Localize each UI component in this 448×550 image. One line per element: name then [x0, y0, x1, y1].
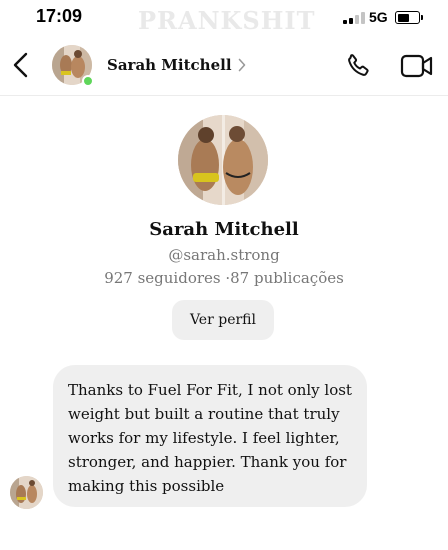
profile-name: Sarah Mitchell: [149, 219, 299, 240]
back-button[interactable]: [8, 50, 36, 80]
online-status-dot: [82, 75, 94, 87]
message-text: Thanks to Fuel For Fit, I not only lost …: [68, 381, 352, 495]
status-bar: 17:09 PRANKSHIT 5G: [0, 0, 448, 36]
battery-icon: [395, 11, 420, 24]
profile-avatar[interactable]: [178, 115, 268, 205]
message-bubble[interactable]: Thanks to Fuel For Fit, I not only lost …: [53, 365, 367, 507]
profile-stats: 927 seguidores ·87 publicações: [104, 269, 344, 287]
battery-tip: [421, 15, 423, 20]
profile-handle: @sarah.strong: [168, 246, 280, 264]
contact-name: Sarah Mitchell: [107, 56, 232, 74]
phone-icon: [348, 54, 369, 76]
battery-level-fill: [397, 13, 409, 22]
signal-strength-icon: [343, 12, 365, 24]
watermark: PRANKSHIT: [138, 6, 316, 35]
view-profile-button[interactable]: Ver perfil: [172, 300, 274, 340]
back-icon: [13, 52, 28, 78]
video-call-button[interactable]: [400, 52, 434, 80]
call-button[interactable]: [343, 51, 373, 81]
video-camera-icon: [400, 54, 433, 78]
chevron-right-icon: [238, 58, 245, 72]
header-avatar-button[interactable]: [52, 45, 94, 87]
sender-avatar[interactable]: [10, 476, 43, 509]
network-type: 5G: [369, 9, 388, 25]
status-time: 17:09: [36, 6, 83, 26]
chat-header: Sarah Mitchell: [0, 36, 448, 96]
contact-name-link[interactable]: Sarah Mitchell: [107, 56, 246, 74]
